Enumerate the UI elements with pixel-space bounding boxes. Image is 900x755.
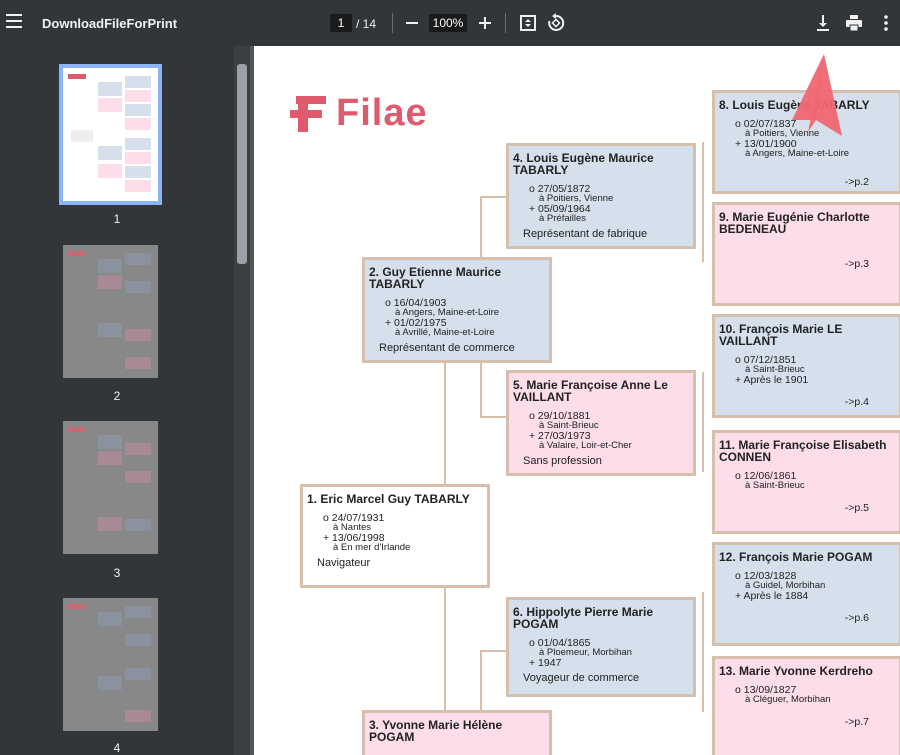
thumbnail-preview bbox=[68, 427, 151, 531]
thumbnail-preview bbox=[68, 604, 151, 722]
tree-connector bbox=[702, 592, 704, 712]
tree-connector bbox=[480, 362, 482, 416]
occupation: Représentant de fabrique bbox=[523, 228, 648, 240]
download-icon[interactable] bbox=[811, 11, 835, 35]
page-reference[interactable]: ->p.4 bbox=[845, 397, 869, 408]
tree-connector bbox=[480, 196, 506, 198]
print-icon[interactable] bbox=[842, 11, 866, 35]
person-card-3[interactable]: 3. Yvonne Marie Hélène POGAM bbox=[362, 710, 552, 755]
tree-connector bbox=[444, 583, 446, 713]
death-date: + 1947 bbox=[529, 657, 562, 669]
thumbnail-label: 4 bbox=[113, 741, 121, 755]
person-name: 10. François Marie LE VAILLANT bbox=[719, 322, 843, 348]
thumbnail-label: 2 bbox=[113, 389, 121, 403]
zoom-in-icon[interactable] bbox=[473, 11, 497, 35]
fit-page-icon[interactable] bbox=[516, 11, 540, 35]
occupation: Navigateur bbox=[317, 557, 371, 569]
occupation: Représentant de commerce bbox=[379, 342, 515, 354]
birth-place: à Cléguer, Morbihan bbox=[745, 694, 831, 705]
page-thumbnail-2[interactable] bbox=[63, 245, 158, 378]
page-thumbnail-4[interactable] bbox=[63, 598, 158, 731]
occupation: Voyageur de commerce bbox=[523, 672, 640, 684]
filae-logo-text: Filae bbox=[336, 92, 428, 134]
person-card-1[interactable]: 1. Eric Marcel Guy TABARLY o 24/07/1931 … bbox=[300, 484, 490, 588]
person-name: 9. Marie Eugénie Charlotte BEDENEAU bbox=[719, 210, 870, 236]
death-place: à Angers, Maine-et-Loire bbox=[745, 148, 850, 159]
page-reference[interactable]: ->p.3 bbox=[845, 259, 869, 270]
page-reference[interactable]: ->p.6 bbox=[845, 613, 869, 624]
death-date: + Après le 1901 bbox=[735, 374, 809, 386]
menu-icon[interactable] bbox=[6, 14, 22, 28]
tree-connector bbox=[480, 650, 506, 652]
pdf-page: Filae 1. Eric Marcel Guy TABARLY o 24/07… bbox=[254, 46, 900, 755]
person-name: 3. Yvonne Marie Hélène POGAM bbox=[369, 718, 503, 744]
person-card-2[interactable]: 2. Guy Etienne Maurice TABARLY o 16/04/1… bbox=[362, 257, 552, 363]
person-card-4[interactable]: 4. Louis Eugène Maurice TABARLY o 27/05/… bbox=[506, 143, 696, 249]
filae-logo-icon bbox=[290, 96, 326, 132]
person-name: 11. Marie Françoise Elisabeth CONNEN bbox=[719, 438, 887, 464]
death-date: + Après le 1884 bbox=[735, 590, 809, 602]
zoom-out-icon[interactable] bbox=[400, 11, 424, 35]
sidebar-scrollbar-thumb[interactable] bbox=[237, 64, 247, 264]
page-reference[interactable]: ->p.5 bbox=[845, 503, 869, 514]
thumbnail-label: 1 bbox=[113, 212, 121, 226]
person-name: 4. Louis Eugène Maurice TABARLY bbox=[513, 151, 654, 177]
tree-connector bbox=[702, 372, 704, 472]
toolbar-divider bbox=[392, 13, 393, 33]
person-card-13[interactable]: 13. Marie Yvonne Kerdreho o 13/09/1827 à… bbox=[712, 656, 900, 755]
page-number-input[interactable]: 1 bbox=[330, 14, 352, 32]
thumbnail-sidebar: 1 2 3 4 bbox=[0, 46, 234, 755]
person-card-12[interactable]: 12. François Marie POGAM o 12/03/1828 à … bbox=[712, 542, 900, 646]
death-place: à Préfailles bbox=[539, 213, 586, 224]
person-name: 6. Hippolyte Pierre Marie POGAM bbox=[513, 605, 654, 631]
page-total: / 14 bbox=[356, 17, 377, 31]
occupation: Sans profession bbox=[523, 455, 602, 467]
more-options-icon[interactable] bbox=[874, 11, 898, 35]
pdf-toolbar: DownloadFileForPrint 1 / 14 100% bbox=[0, 0, 900, 46]
thumbnail-preview bbox=[68, 251, 151, 369]
person-name: 12. François Marie POGAM bbox=[719, 550, 873, 564]
birth-place: à Saint-Brieuc bbox=[745, 480, 805, 491]
tree-connector bbox=[480, 196, 482, 258]
thumbnail-preview bbox=[68, 74, 151, 192]
pointer-arrow-icon bbox=[792, 54, 842, 136]
person-name: 2. Guy Etienne Maurice TABARLY bbox=[369, 265, 502, 291]
person-name: 1. Eric Marcel Guy TABARLY bbox=[307, 492, 470, 506]
tree-connector bbox=[480, 416, 506, 418]
document-title: DownloadFileForPrint bbox=[42, 16, 178, 31]
page-reference[interactable]: ->p.7 bbox=[845, 717, 869, 728]
person-card-10[interactable]: 10. François Marie LE VAILLANT o 07/12/1… bbox=[712, 314, 900, 418]
person-name: 5. Marie Françoise Anne Le VAILLANT bbox=[513, 378, 668, 404]
death-place: à En mer d'Irlande bbox=[333, 542, 411, 553]
page-thumbnail-1[interactable] bbox=[59, 64, 162, 205]
person-name: 13. Marie Yvonne Kerdreho bbox=[719, 664, 873, 678]
person-card-11[interactable]: 11. Marie Françoise Elisabeth CONNEN o 1… bbox=[712, 430, 900, 534]
toolbar-divider bbox=[505, 13, 506, 33]
page-reference[interactable]: ->p.2 bbox=[845, 177, 869, 188]
person-card-5[interactable]: 5. Marie Françoise Anne Le VAILLANT o 29… bbox=[506, 370, 696, 476]
death-place: à Avrillé, Maine-et-Loire bbox=[395, 327, 495, 338]
death-place: à Valaire, Loir-et-Cher bbox=[539, 440, 632, 451]
zoom-level-input[interactable]: 100% bbox=[429, 14, 467, 32]
person-card-6[interactable]: 6. Hippolyte Pierre Marie POGAM o 01/04/… bbox=[506, 597, 696, 697]
birth-place: à Ploemeur, Morbihan bbox=[539, 647, 632, 658]
tree-connector bbox=[702, 142, 704, 262]
rotate-icon[interactable] bbox=[544, 11, 568, 35]
page-thumbnail-3[interactable] bbox=[63, 421, 158, 554]
thumbnail-label: 3 bbox=[113, 566, 121, 580]
person-card-9[interactable]: 9. Marie Eugénie Charlotte BEDENEAU ->p.… bbox=[712, 202, 900, 306]
